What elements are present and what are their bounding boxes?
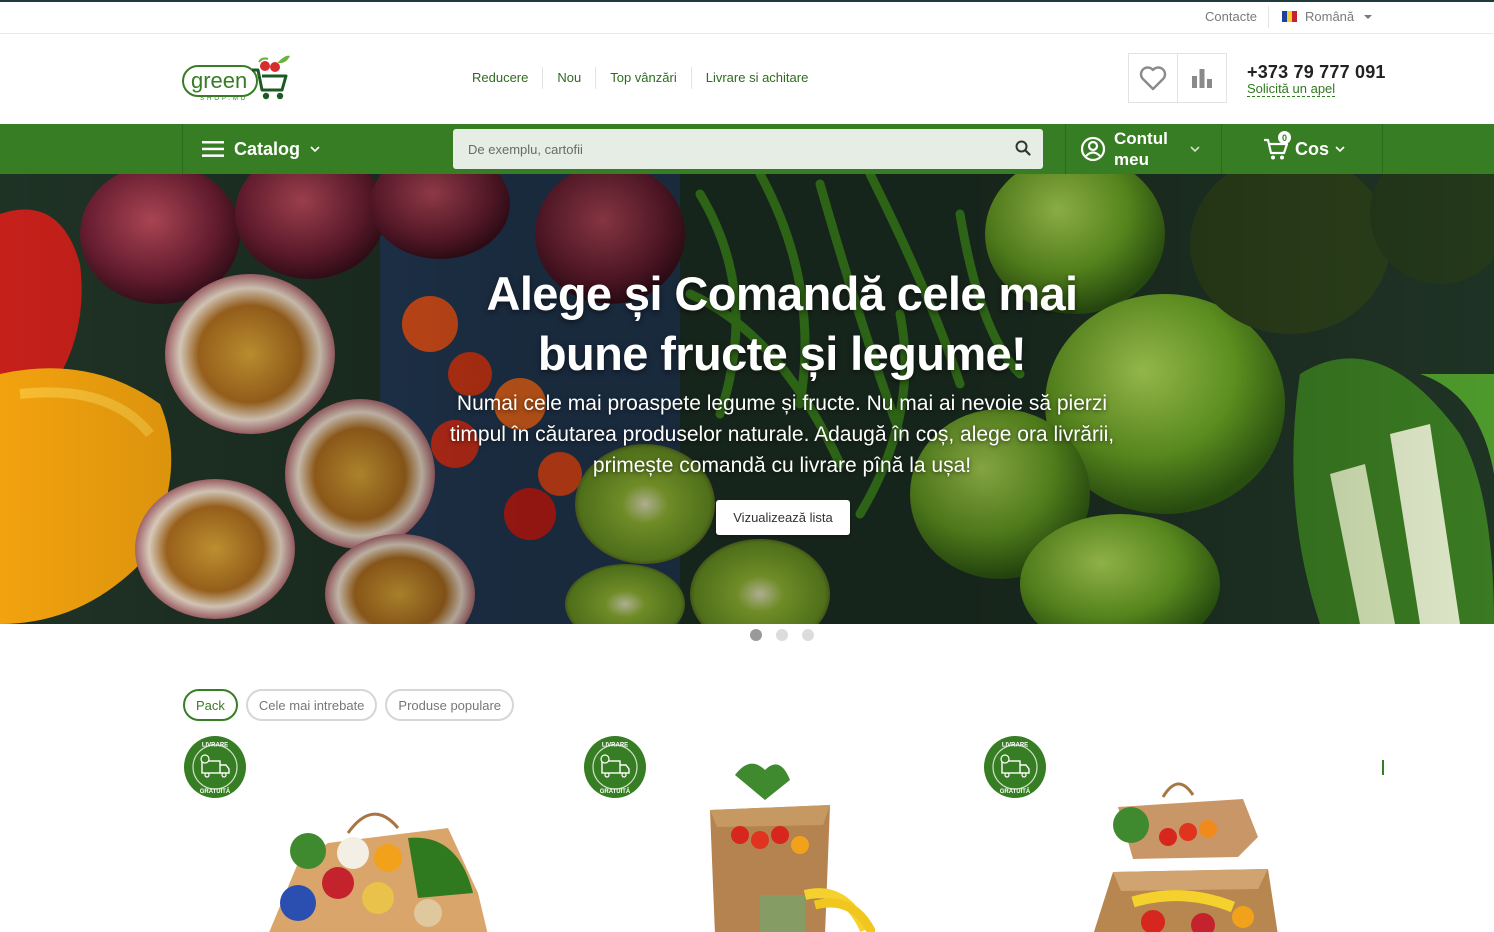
- account-label-line2: meu: [1114, 150, 1149, 169]
- menu-icon: [202, 141, 224, 157]
- language-label: Română: [1305, 9, 1355, 24]
- slider-dot-3[interactable]: [802, 629, 814, 641]
- catalog-label: Catalog: [234, 138, 301, 159]
- contacts-link[interactable]: Contacte: [1205, 9, 1257, 24]
- bar-chart-icon: [1192, 69, 1212, 88]
- account-label: Contul meu: [1114, 128, 1168, 170]
- hero-text-line3: primește comandă cu livrare pînă la ușa!: [592, 454, 972, 477]
- free-delivery-badge: LIVRARE GRATUITĂ: [184, 736, 246, 798]
- slider-dot-1[interactable]: [750, 629, 762, 641]
- free-delivery-badge: LIVRARE GRATUITĂ: [584, 736, 646, 798]
- hero-title-line1: Alege și Comandă cele mai: [486, 267, 1078, 320]
- logo[interactable]: green SHOP.MD: [182, 54, 290, 104]
- hero-title: Alege și Comandă cele mai bune fructe și…: [332, 264, 1232, 384]
- phone-number[interactable]: +373 79 777 091: [1247, 62, 1386, 83]
- chevron-down-icon: [1190, 145, 1200, 152]
- top-strip: Contacte Română: [0, 0, 1494, 34]
- menu-item-top-vanzari[interactable]: Top vânzări: [596, 67, 692, 89]
- badge-top-text: LIVRARE: [202, 743, 228, 749]
- chevron-down-icon: [1335, 145, 1345, 152]
- carousel-next-indicator[interactable]: [1382, 760, 1384, 775]
- tab-produse-populare[interactable]: Produse populare: [385, 689, 515, 721]
- badge-bottom-text: GRATUITĂ: [600, 788, 631, 795]
- product-tabs: Pack Cele mai intrebate Produse populare: [183, 689, 515, 721]
- logo-subtext: SHOP.MD: [200, 96, 248, 102]
- nav-bar: Catalog Contul meu 0 Cos: [0, 124, 1494, 174]
- user-icon: [1080, 136, 1106, 162]
- wishlist-button[interactable]: [1128, 53, 1178, 103]
- slider-dots: [750, 629, 814, 641]
- main-menu: Reducere Nou Top vânzări Livrare si achi…: [458, 67, 822, 89]
- tab-pack[interactable]: Pack: [183, 689, 238, 721]
- menu-item-reducere[interactable]: Reducere: [458, 67, 544, 89]
- product-card[interactable]: LIVRARE GRATUITĂ: [583, 735, 883, 932]
- search-bar: [453, 129, 1043, 169]
- account-button[interactable]: Contul meu: [1065, 124, 1221, 174]
- chevron-down-icon: [1364, 14, 1373, 19]
- cart-button[interactable]: 0 Cos: [1221, 124, 1383, 174]
- badge-top-text: LIVRARE: [1002, 743, 1028, 749]
- divider: [1268, 6, 1269, 28]
- badge-bottom-text: GRATUITĂ: [200, 788, 231, 795]
- romania-flag-icon: [1282, 11, 1297, 22]
- product-card[interactable]: LIVRARE GRATUITĂ: [183, 735, 488, 932]
- compare-button[interactable]: [1177, 53, 1227, 103]
- product-image: [269, 812, 488, 932]
- view-list-button[interactable]: Vizualizează lista: [716, 500, 850, 535]
- request-call-link[interactable]: Solicită un apel: [1247, 81, 1336, 97]
- header: green SHOP.MD Reducere Nou Top vânzări L…: [0, 34, 1494, 124]
- product-image: [710, 763, 875, 932]
- tab-cele-mai-intrebate[interactable]: Cele mai intrebate: [245, 689, 378, 721]
- search-icon[interactable]: [1015, 140, 1031, 156]
- hero-description: Numai cele mai proaspete legume și fruct…: [412, 388, 1152, 481]
- account-label-line1: Contul: [1114, 129, 1168, 148]
- catalog-button[interactable]: Catalog: [182, 124, 444, 174]
- free-delivery-badge: LIVRARE GRATUITĂ: [984, 736, 1046, 798]
- badge-top-text: LIVRARE: [602, 743, 628, 749]
- hero-text-line1: Numai cele mai proaspete legume și fruct…: [456, 392, 1108, 415]
- hero-text-line2: timpul în căutarea produselor naturale. …: [449, 423, 1115, 446]
- hero-banner: Alege și Comandă cele mai bune fructe și…: [0, 174, 1494, 624]
- menu-item-nou[interactable]: Nou: [543, 67, 597, 89]
- logo-text: green: [191, 68, 247, 93]
- menu-item-livrare[interactable]: Livrare si achitare: [692, 67, 823, 89]
- search-input[interactable]: [468, 141, 988, 157]
- badge-bottom-text: GRATUITĂ: [1000, 788, 1031, 795]
- language-selector[interactable]: Română: [1282, 9, 1373, 24]
- heart-icon: [1139, 66, 1167, 91]
- cart-count-badge: 0: [1278, 131, 1291, 144]
- cart-label: Cos: [1295, 138, 1330, 159]
- hero-title-line2: bune fructe și legume!: [537, 327, 1027, 380]
- chevron-down-icon: [310, 145, 320, 152]
- product-image: [1093, 782, 1278, 932]
- product-card[interactable]: LIVRARE GRATUITĂ: [983, 735, 1283, 932]
- logo-icon: green SHOP.MD: [182, 55, 290, 102]
- slider-dot-2[interactable]: [776, 629, 788, 641]
